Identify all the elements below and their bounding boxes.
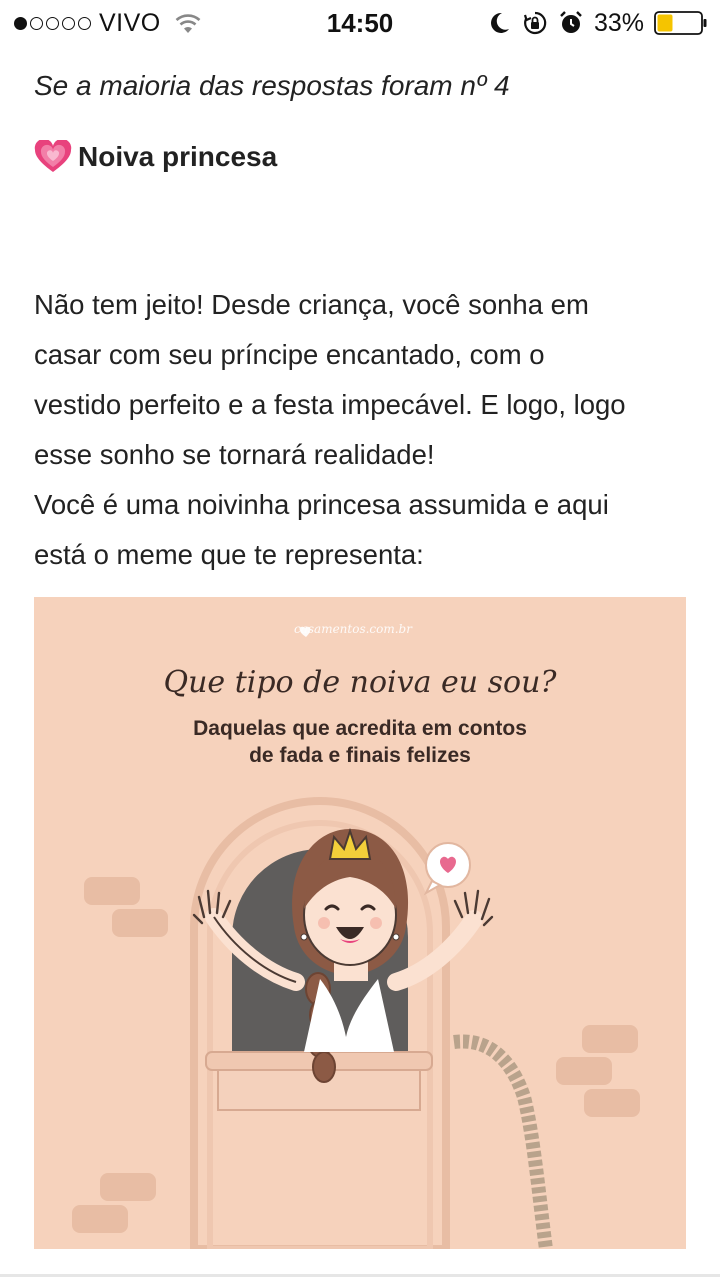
body-line: esse sonho se tornará realidade!	[34, 439, 435, 470]
rotation-lock-icon	[523, 11, 547, 35]
heading-text: Noiva princesa	[78, 141, 278, 172]
status-right: 33%	[486, 8, 708, 38]
battery-icon	[654, 11, 707, 35]
heart-bubble-icon	[423, 842, 471, 896]
body-line: Não tem jeito! Desde criança, você sonha…	[34, 289, 589, 320]
meme-caption-line: de fada e finais felizes	[249, 744, 471, 767]
status-bar: VIVO 14:50 33%	[0, 0, 720, 46]
growing-heart-icon	[34, 140, 72, 172]
battery-percentage: 33%	[593, 8, 644, 37]
body-line: casar com seu príncipe encantado, com o	[34, 339, 545, 370]
meme-image: casamentos.com.br Que tipo de noiva eu s…	[34, 597, 686, 1249]
meme-title: Que tipo de noiva eu sou?	[163, 665, 557, 700]
meme-caption-line: Daquelas que acredita em contos	[193, 717, 527, 740]
result-description: Não tem jeito! Desde criança, você sonha…	[34, 280, 704, 580]
body-line: está o meme que te representa:	[34, 539, 424, 570]
body-line: vestido perfeito e a festa impecável. E …	[34, 389, 626, 420]
moon-icon	[490, 12, 509, 33]
result-heading: Noiva princesa	[34, 140, 277, 174]
meme-logo: casamentos.com.br	[294, 622, 412, 636]
braid-rope	[453, 1034, 553, 1249]
body-line: Você é uma noivinha princesa assumida e …	[34, 489, 609, 520]
alarm-icon	[560, 11, 582, 33]
meme-caption: Daquelas que acredita em contos de fada …	[34, 715, 686, 769]
answer-subtitle: Se a maioria das respostas foram nº 4	[34, 70, 510, 101]
